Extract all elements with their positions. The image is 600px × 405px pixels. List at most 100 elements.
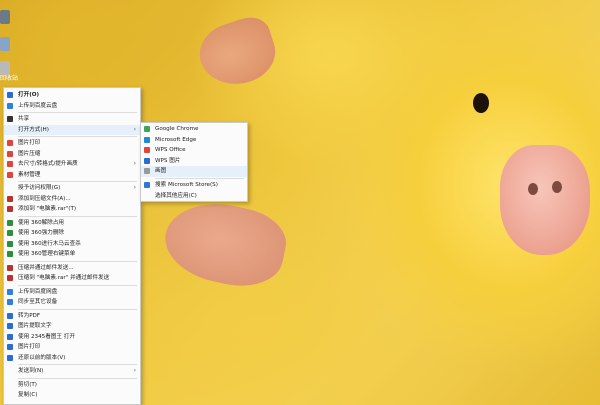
- menu-item[interactable]: 使用 2345看图王 打开: [4, 332, 140, 343]
- menu-item-label: 打开(O): [18, 92, 40, 98]
- menu-item[interactable]: 添加到压缩文件(A)...: [4, 194, 140, 205]
- menu-item[interactable]: 发送到(N) ›: [4, 366, 140, 377]
- menu-separator: [155, 177, 244, 179]
- menu-item[interactable]: 共享: [4, 114, 140, 125]
- text-extract-icon: [7, 323, 13, 329]
- menu-item[interactable]: 使用 360强力删除: [4, 228, 140, 239]
- archive-icon: [7, 275, 13, 281]
- menu-item-label: 搜索 Microsoft Store(S): [155, 181, 218, 188]
- menu-item[interactable]: 授予访问权限(G) ›: [4, 183, 140, 194]
- menu-item[interactable]: 选择其他应用(C): [141, 191, 247, 202]
- menu-item[interactable]: 上传到百度网盘: [4, 287, 140, 298]
- chevron-right-icon: ›: [133, 367, 136, 374]
- menu-item-label: WPS Office: [155, 147, 186, 154]
- menu-item-label: 去尺寸/转格式/提升画质: [18, 161, 78, 167]
- menu-item[interactable]: 转为PDF: [4, 311, 140, 322]
- menu-item[interactable]: 图片打印: [4, 342, 140, 353]
- menu-item-label: 压缩到 "电脑素.rar" 并通过邮件发送: [18, 275, 110, 281]
- menu-separator: [18, 260, 137, 262]
- menu-item[interactable]: 添加到 "电脑素.rar"(T): [4, 204, 140, 215]
- menu-item-label: 发送到(N): [18, 368, 44, 374]
- wps-icon: [144, 147, 150, 154]
- wps-image-icon: [144, 157, 150, 164]
- menu-item[interactable]: 还原以前的版本(V): [4, 353, 140, 364]
- menu-item[interactable]: 打开方式(H) ›: [4, 124, 140, 135]
- duckling-beak-main: [500, 145, 590, 255]
- menu-separator: [18, 112, 137, 113]
- shield-360-icon: [7, 230, 13, 236]
- menu-item[interactable]: 打开(O): [4, 90, 140, 101]
- nostril: [528, 183, 538, 195]
- menu-item[interactable]: 素材管理: [4, 170, 140, 181]
- store-icon: [144, 181, 150, 188]
- wps-w-icon: [7, 140, 13, 146]
- menu-item-label: 共享: [18, 116, 30, 122]
- archive-icon: [7, 206, 13, 212]
- wps-w-icon: [7, 171, 13, 178]
- menu-item-label: 画图: [155, 168, 167, 175]
- sync-icon: [7, 299, 13, 305]
- pdf-icon: [7, 312, 13, 319]
- menu-item[interactable]: WPS 图片: [141, 156, 247, 167]
- menu-item-label: 使用 360管理右键菜单: [18, 251, 76, 257]
- menu-item[interactable]: 上传到百度云盘: [4, 101, 140, 112]
- desktop-icon[interactable]: [0, 37, 10, 51]
- menu-item-label: 上传到百度云盘: [18, 102, 58, 109]
- menu-item-label: Microsoft Edge: [155, 136, 197, 143]
- menu-item-label: 上传到百度网盘: [18, 288, 58, 295]
- restore-icon: [7, 354, 13, 361]
- menu-item[interactable]: 复制(C): [4, 390, 140, 401]
- menu-item-label: 添加到压缩文件(A)...: [18, 195, 71, 202]
- menu-item[interactable]: 使用 360解除占用: [4, 218, 140, 229]
- print-icon: [7, 344, 13, 350]
- menu-item[interactable]: 使用 360进行木马云查杀: [4, 239, 140, 250]
- menu-item[interactable]: 图片提取文字: [4, 321, 140, 332]
- nostril: [552, 181, 562, 193]
- archive-icon: [7, 195, 13, 202]
- menu-item-label: 打开方式(H): [18, 126, 49, 133]
- menu-item[interactable]: 使用 360管理右键菜单: [4, 249, 140, 260]
- menu-separator: [18, 364, 137, 365]
- menu-item-label: 剪切(T): [18, 381, 37, 388]
- menu-separator: [18, 284, 137, 286]
- desktop-icon[interactable]: [0, 10, 10, 24]
- menu-item-label: 素材管理: [18, 171, 41, 178]
- menu-item-label: 还原以前的版本(V): [18, 354, 66, 361]
- menu-separator: [18, 181, 137, 182]
- menu-item[interactable]: Google Chrome: [141, 124, 247, 135]
- menu-item-label: 图片打印: [18, 344, 41, 350]
- menu-item-label: 选择其他应用(C): [155, 192, 197, 199]
- menu-item-label: 复制(C): [18, 392, 38, 398]
- menu-item[interactable]: 搜索 Microsoft Store(S): [141, 180, 247, 191]
- menu-item[interactable]: Microsoft Edge: [141, 135, 247, 146]
- menu-item[interactable]: 剪切(T): [4, 380, 140, 391]
- context-menu: 打开(O) 上传到百度云盘 共享 打开方式(H) › 图片打印 图片压缩 去尺寸/转格式/提升…: [3, 87, 141, 405]
- edge-icon: [144, 136, 150, 143]
- menu-item[interactable]: 图片打印: [4, 138, 140, 149]
- menu-item[interactable]: WPS Office: [141, 145, 247, 156]
- menu-item[interactable]: 图片压缩: [4, 149, 140, 160]
- menu-item-label: 同步至其它设备: [18, 299, 58, 305]
- menu-item-label: 使用 2345看图王 打开: [18, 333, 75, 340]
- menu-item[interactable]: 同步至其它设备: [4, 297, 140, 308]
- menu-item[interactable]: 压缩并通过邮件发送...: [4, 263, 140, 274]
- duckling-beak-left: [158, 193, 292, 295]
- menu-separator: [18, 136, 137, 137]
- menu-separator: [18, 308, 137, 310]
- menu-item[interactable]: 画图: [141, 166, 247, 177]
- menu-item-label: 使用 360解除占用: [18, 219, 65, 226]
- menu-item[interactable]: 压缩到 "电脑素.rar" 并通过邮件发送: [4, 273, 140, 284]
- menu-item[interactable]: 去尺寸/转格式/提升画质 ›: [4, 159, 140, 170]
- menu-item-label: 添加到 "电脑素.rar"(T): [18, 206, 77, 212]
- shield-360-icon: [7, 219, 13, 226]
- open-with-submenu: Google Chrome Microsoft Edge WPS Office WPS…: [140, 122, 248, 202]
- chevron-right-icon: ›: [133, 184, 136, 191]
- menu-item-label: 图片压缩: [18, 150, 41, 157]
- cloud-upload-icon: [7, 102, 13, 109]
- menu-item-label: 授予访问权限(G): [18, 185, 61, 191]
- viewer-icon: [7, 333, 13, 340]
- menu-item-label: 转为PDF: [18, 312, 41, 319]
- menu-item-label: 使用 360强力删除: [18, 230, 65, 236]
- menu-item-label: WPS 图片: [155, 157, 181, 164]
- menu-item-label: Google Chrome: [155, 126, 199, 132]
